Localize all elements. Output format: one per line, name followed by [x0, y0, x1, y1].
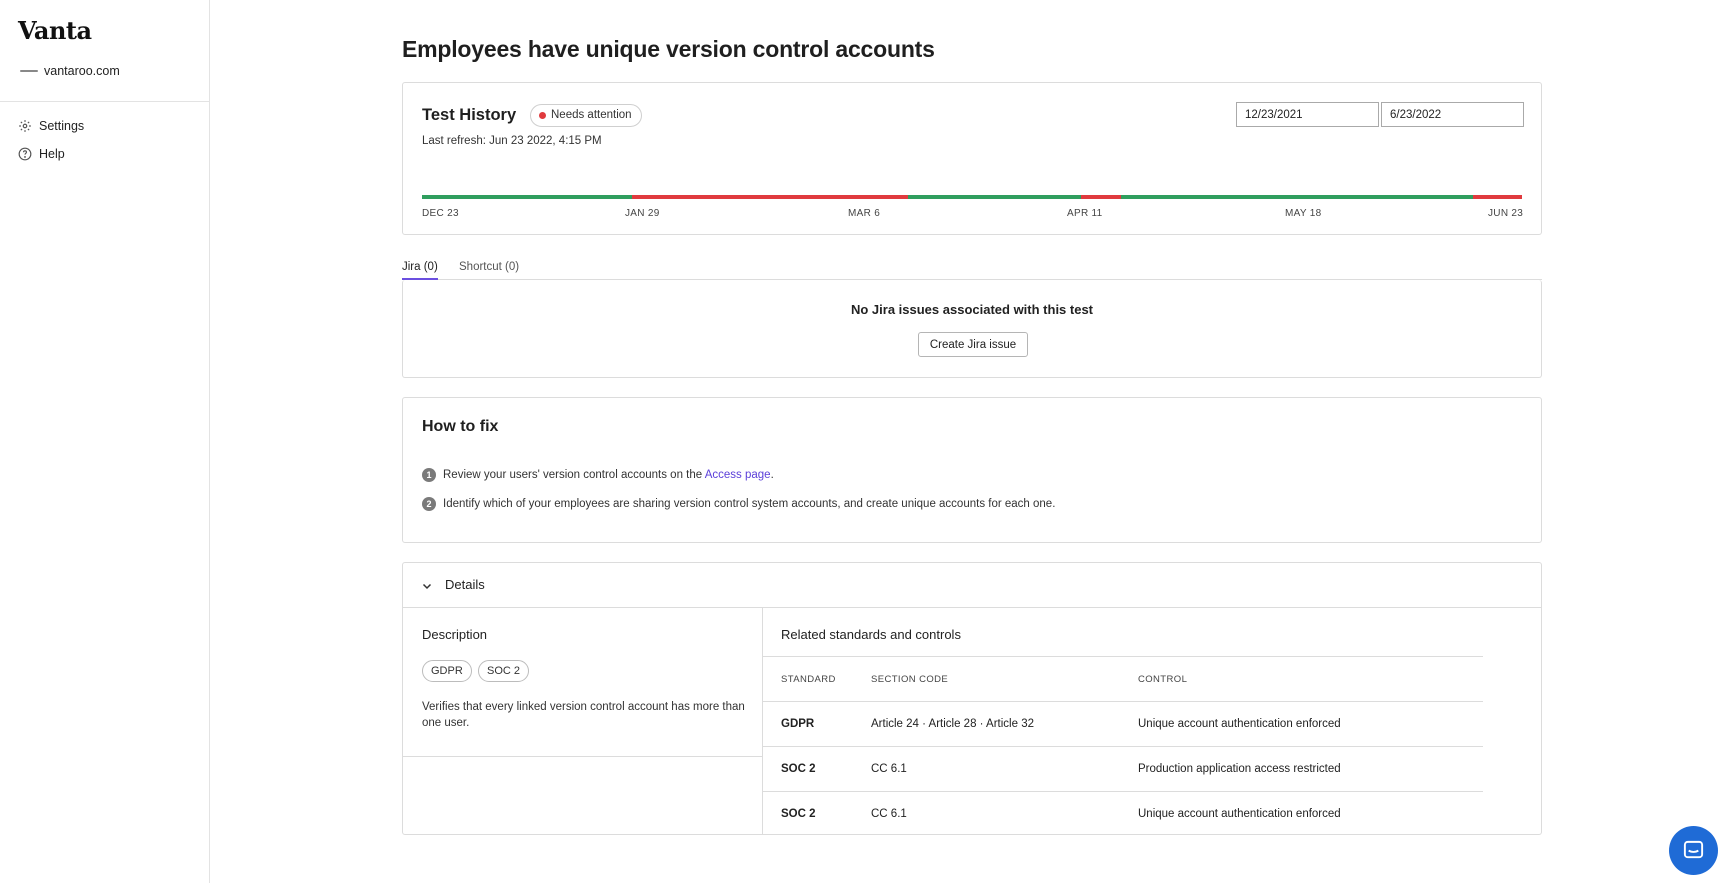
access-page-link[interactable]: Access page — [705, 469, 771, 481]
details-toggle[interactable]: Details — [403, 563, 1541, 608]
timeline-segment-pass[interactable] — [908, 195, 1081, 199]
test-history-card: Test History Needs attention Last refres… — [402, 82, 1542, 235]
details-card: Details Description GDPR SOC 2 Verifies … — [402, 562, 1542, 835]
status-badge-label: Needs attention — [551, 109, 632, 121]
step-text: Identify which of your employees are sha… — [443, 498, 1056, 510]
timeline-segment-fail[interactable] — [1473, 195, 1522, 199]
description-panel: Description GDPR SOC 2 Verifies that eve… — [403, 608, 763, 835]
timeline-tick: APR 11 — [1067, 208, 1103, 219]
description-text: Verifies that every linked version contr… — [422, 701, 745, 729]
cell-section-code: CC 6.1 — [871, 763, 907, 775]
column-header-control: CONTROL — [1138, 674, 1188, 685]
issue-tabs: Jira (0) Shortcut (0) — [402, 258, 1542, 280]
timeline-segment-fail[interactable] — [632, 195, 908, 199]
cell-control: Unique account authentication enforced — [1138, 718, 1341, 730]
help-circle-icon — [18, 147, 32, 161]
timeline-segment-pass[interactable] — [422, 195, 632, 199]
page-title: Employees have unique version control ac… — [402, 36, 935, 62]
create-jira-issue-button[interactable]: Create Jira issue — [918, 332, 1028, 357]
cell-control: Unique account authentication enforced — [1138, 808, 1341, 820]
timeline-segment-fail[interactable] — [1081, 195, 1121, 199]
chat-launcher-button[interactable] — [1669, 826, 1718, 875]
how-to-fix-title: How to fix — [422, 418, 499, 435]
step-number: 1 — [422, 468, 436, 482]
gear-icon — [19, 120, 31, 132]
table-row[interactable]: SOC 2 CC 6.1 Production application acce… — [763, 747, 1483, 792]
table-header-row: STANDARD SECTION CODE CONTROL — [763, 657, 1483, 702]
end-date-input[interactable] — [1381, 102, 1524, 127]
last-refresh: Last refresh: Jun 23 2022, 4:15 PM — [422, 135, 602, 147]
cell-section-code: CC 6.1 — [871, 808, 907, 820]
jira-panel: No Jira issues associated with this test… — [402, 280, 1542, 378]
status-dot-icon — [539, 112, 546, 119]
related-standards-title: Related standards and controls — [781, 627, 961, 642]
standards-table: STANDARD SECTION CODE CONTROL GDPR Artic… — [763, 657, 1483, 837]
cell-standard: SOC 2 — [781, 808, 816, 820]
details-title: Details — [445, 577, 485, 592]
cell-standard: SOC 2 — [781, 763, 816, 775]
jira-empty-message: No Jira issues associated with this test — [850, 302, 1094, 317]
column-header-standard: STANDARD — [781, 674, 836, 685]
standard-tag: GDPR — [422, 660, 472, 682]
timeline-tick: JAN 29 — [625, 208, 660, 219]
sidebar-item-label: Help — [39, 147, 65, 161]
org-switcher[interactable]: vantaroo.com — [20, 64, 120, 78]
cell-control: Production application access restricted — [1138, 763, 1341, 775]
cell-section-code: Article 24 · Article 28 · Article 32 — [871, 718, 1034, 730]
how-to-fix-card: How to fix 1 Review your users' version … — [402, 397, 1542, 543]
chevron-down-icon — [422, 583, 432, 590]
standard-tag: SOC 2 — [478, 660, 530, 682]
chat-bubble-icon — [1683, 840, 1704, 859]
table-row[interactable]: GDPR Article 24 · Article 28 · Article 3… — [763, 702, 1483, 747]
sidebar-item-label: Settings — [39, 119, 85, 133]
table-row[interactable]: SOC 2 CC 6.1 Unique account authenticati… — [763, 792, 1483, 837]
timeline-tick: DEC 23 — [422, 208, 459, 219]
step-text: Review your users' version control accou… — [443, 469, 774, 481]
sidebar-item-settings[interactable]: Settings — [18, 119, 84, 133]
tab-shortcut[interactable]: Shortcut (0) — [459, 261, 519, 280]
history-timeline — [422, 195, 1522, 199]
tab-jira[interactable]: Jira (0) — [402, 261, 438, 280]
step-number: 2 — [422, 497, 436, 511]
timeline-tick: MAY 18 — [1285, 208, 1322, 219]
timeline-tick: JUN 23 — [1488, 208, 1524, 219]
test-history-title: Test History — [422, 106, 517, 124]
vanta-logo[interactable]: Vanta — [18, 16, 92, 45]
cell-standard: GDPR — [781, 718, 815, 730]
timeline-tick: MAR 6 — [848, 208, 881, 219]
start-date-input[interactable] — [1236, 102, 1379, 127]
fix-step: 1 Review your users' version control acc… — [422, 468, 774, 482]
column-header-section-code: SECTION CODE — [871, 674, 949, 685]
org-logo-icon — [20, 70, 38, 72]
sidebar-divider — [0, 101, 209, 102]
description-title: Description — [422, 627, 488, 642]
fix-step: 2 Identify which of your employees are s… — [422, 497, 1055, 511]
status-badge: Needs attention — [530, 104, 642, 127]
sidebar-item-help[interactable]: Help — [18, 147, 65, 161]
org-name: vantaroo.com — [44, 64, 120, 78]
sidebar: Vanta vantaroo.com Settings Help — [0, 0, 210, 883]
timeline-segment-pass[interactable] — [1121, 195, 1473, 199]
